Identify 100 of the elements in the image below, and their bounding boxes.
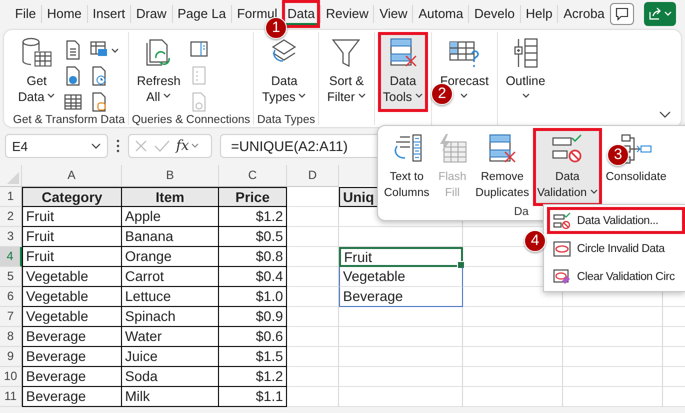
ribbon-button[interactable]: Get Data: [13, 32, 60, 112]
row-number[interactable]: 4: [0, 247, 22, 267]
group-label: Get & Transform Data: [13, 113, 125, 128]
row-number[interactable]: 5: [0, 267, 22, 287]
ribbon-button[interactable]: Outline: [500, 32, 550, 112]
chevron-icon: [664, 11, 672, 17]
table-cell: Juice: [122, 347, 219, 367]
ribbon-tab[interactable]: Automa: [412, 5, 468, 23]
table-cell: Beverage: [22, 347, 122, 367]
table-icon: [64, 92, 82, 112]
row-number[interactable]: 1: [0, 187, 22, 207]
column-header[interactable]: A: [22, 165, 122, 187]
table-cell: Soda: [122, 367, 219, 387]
panel-button[interactable]: Remove Duplicates: [473, 128, 532, 206]
column-header[interactable]: B: [122, 165, 219, 187]
row-number[interactable]: 3: [0, 227, 22, 247]
ribbon-tab[interactable]: Review: [320, 5, 374, 23]
header-cell: Price: [219, 187, 287, 207]
group-label: Da: [514, 206, 529, 218]
menu-item[interactable]: Data Validation...: [547, 207, 685, 234]
share-button[interactable]: [644, 2, 676, 26]
table-cell: Orange: [122, 247, 219, 267]
table-cell: $1.5: [219, 347, 287, 367]
ribbon-tab[interactable]: Insert: [86, 5, 130, 23]
more-icon: [116, 139, 120, 153]
row-number[interactable]: 11: [0, 387, 22, 407]
ribbon-button[interactable]: Sort & Filter: [322, 32, 371, 112]
table-cell: $0.8: [219, 247, 287, 267]
group-label: Queries & Connections: [132, 113, 250, 128]
collapse-icon: [659, 111, 671, 119]
table-cell: Beverage: [22, 327, 122, 347]
row-number[interactable]: 8: [0, 327, 22, 347]
table-cell[interactable]: Beverage: [339, 287, 463, 307]
row-number[interactable]: 10: [0, 367, 22, 387]
step-badge: 1: [265, 17, 287, 39]
table-cell: Fruit: [22, 207, 122, 227]
table-cell: Banana: [122, 227, 219, 247]
validation-icon: [553, 212, 571, 230]
panel-button[interactable]: Data Validation: [533, 128, 602, 206]
table-cell: Milk: [122, 387, 219, 407]
chevron-icon: [191, 143, 200, 149]
ribbon-button[interactable]: Data Tools: [378, 32, 428, 112]
group-label: Data Types: [257, 113, 316, 128]
comment-icon: [614, 7, 629, 21]
row-number[interactable]: 9: [0, 347, 22, 367]
table-cell: Fruit: [22, 227, 122, 247]
ribbon-tab[interactable]: Data: [282, 0, 320, 28]
column-header[interactable]: C: [219, 165, 287, 187]
header-cell: Category: [22, 187, 122, 207]
table-cell: Beverage: [22, 367, 122, 387]
table-cell: Fruit: [22, 247, 122, 267]
select-all-icon: [7, 172, 19, 184]
insert-function-button[interactable]: fx: [176, 138, 200, 154]
table-cell: $0.6: [219, 327, 287, 347]
row-number[interactable]: 7: [0, 307, 22, 327]
table-cell[interactable]: Vegetable: [339, 267, 463, 287]
table-cell: Carrot: [122, 267, 219, 287]
table-cell: Vegetable: [22, 307, 122, 327]
table-cell: $0.9: [219, 307, 287, 327]
link-document-icon: [190, 92, 208, 112]
panel-button[interactable]: Text to Columns: [382, 128, 432, 206]
ribbon-tab[interactable]: Help: [520, 5, 558, 23]
table-cell: Lettuce: [122, 287, 219, 307]
ribbon-tab[interactable]: View: [373, 5, 412, 23]
menu-item[interactable]: Circle Invalid Data: [547, 235, 685, 262]
table-cell: Water: [122, 327, 219, 347]
chevron-icon: [111, 48, 120, 54]
table-cell: $1.1: [219, 387, 287, 407]
ribbon-tab[interactable]: Draw: [130, 5, 172, 23]
column-header[interactable]: D: [287, 165, 339, 187]
table-cell: Spinach: [122, 307, 219, 327]
table-cell: $0.5: [219, 227, 287, 247]
table-cell: Vegetable: [22, 267, 122, 287]
eraser-icon: [553, 268, 571, 286]
document-icon: [64, 40, 82, 60]
ribbon-tab[interactable]: Page La: [172, 5, 231, 23]
web-document-icon: [64, 66, 82, 86]
list-icon: [190, 66, 208, 86]
clock-document-icon: [90, 66, 108, 86]
share-icon: [648, 7, 662, 21]
row-number[interactable]: 6: [0, 287, 22, 307]
table-cell: Beverage: [22, 387, 122, 407]
check-icon: [154, 139, 170, 153]
table-cell: $1.0: [219, 287, 287, 307]
ribbon-button[interactable]: Refresh All: [132, 32, 186, 112]
table-cell: $1.2: [219, 207, 287, 227]
ribbon-tab[interactable]: File: [10, 5, 41, 23]
menu-item[interactable]: Clear Validation Circ: [547, 263, 685, 290]
chevron-icon: [91, 142, 101, 150]
ribbon-tab[interactable]: Home: [40, 5, 87, 23]
table-cell: Apple: [122, 207, 219, 227]
name-box[interactable]: E4: [5, 134, 108, 158]
close-icon: [134, 139, 148, 153]
comment-button[interactable]: [610, 3, 634, 25]
header-cell: Item: [122, 187, 219, 207]
ribbon-tab[interactable]: Develo: [468, 5, 520, 23]
table-cell[interactable]: Fruit: [339, 247, 463, 267]
table-cell: $1.2: [219, 367, 287, 387]
table-cell: $0.4: [219, 267, 287, 287]
row-number[interactable]: 2: [0, 207, 22, 227]
